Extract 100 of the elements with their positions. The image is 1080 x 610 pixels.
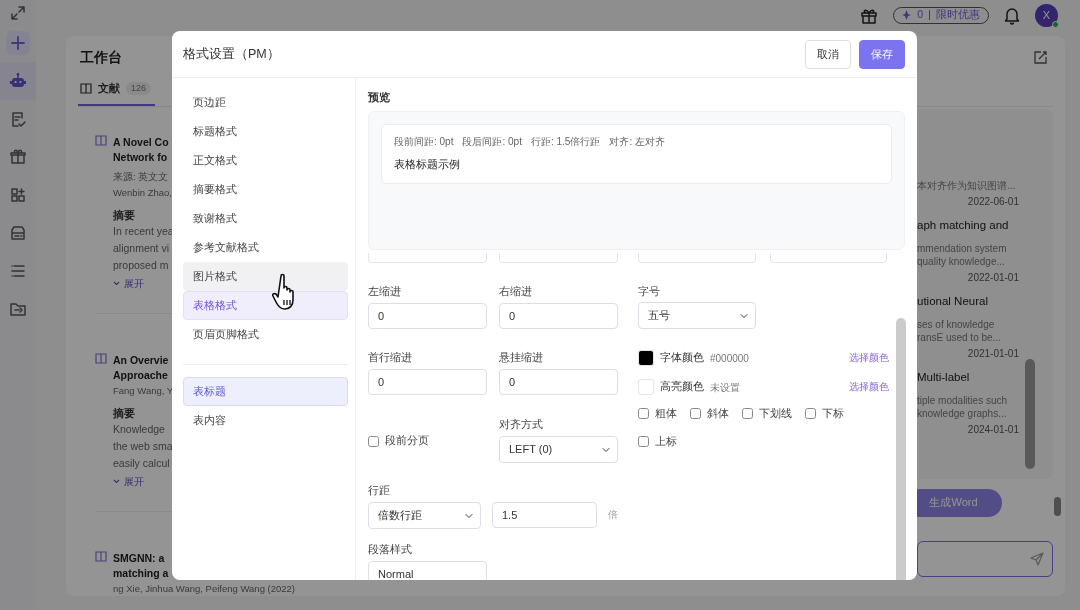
apps-icon[interactable] <box>9 186 27 204</box>
book-icon <box>95 551 107 562</box>
field-label: 悬挂缩进 <box>499 350 544 365</box>
send-icon[interactable] <box>1030 551 1044 566</box>
bell-icon[interactable] <box>1003 5 1021 25</box>
abstract-text: proposed m <box>113 257 170 273</box>
nav-item[interactable]: 摘要格式 <box>183 175 348 204</box>
checkbox[interactable] <box>742 408 753 420</box>
color-value: #000000 <box>710 351 749 366</box>
abstract-text: Knowledge <box>113 421 166 437</box>
abstract-heading: 摘要 <box>113 405 136 421</box>
checkbox[interactable] <box>638 436 649 448</box>
checkbox[interactable] <box>690 408 701 420</box>
folder-icon[interactable] <box>9 300 27 318</box>
checkbox-label: 下标 <box>822 406 844 421</box>
points-count: 0 <box>917 7 923 23</box>
expand-icon[interactable] <box>9 4 27 22</box>
nav-item[interactable]: 正文格式 <box>183 146 348 175</box>
nav-item[interactable]: 参考文献格式 <box>183 233 348 262</box>
color-swatch[interactable] <box>638 350 654 366</box>
input-field[interactable]: 1.5 <box>492 502 597 528</box>
input-field[interactable] <box>638 253 756 263</box>
input-field[interactable]: 0 <box>499 369 618 395</box>
sparkle-icon <box>902 10 912 20</box>
field-label: 首行缩进 <box>368 350 413 365</box>
preview-meta: 行距: 1.5倍行距 <box>530 135 601 149</box>
input-field[interactable]: 0 <box>368 303 487 329</box>
paper-title[interactable]: An Overvie <box>113 352 174 368</box>
toolbox-icon[interactable] <box>9 148 27 166</box>
inbox-icon[interactable] <box>9 224 27 242</box>
nav-item[interactable]: 表格格式 <box>183 291 348 320</box>
abstract-heading: 摘要 <box>113 207 136 223</box>
result-title[interactable]: Multi-label <box>917 368 1043 385</box>
expand-label: 展开 <box>124 276 144 291</box>
section-label: 预览 <box>368 90 391 105</box>
checkbox-label: 段前分页 <box>385 433 429 449</box>
checkbox-label: 下划线 <box>759 406 792 421</box>
preview-meta: 对齐: 左对齐 <box>609 135 665 149</box>
save-button[interactable]: 保存 <box>859 39 905 69</box>
dialog-title: 格式设置（PM） <box>183 45 280 63</box>
chevron-down-icon <box>113 479 120 485</box>
input-field[interactable] <box>499 253 618 263</box>
nav-item[interactable]: 致谢格式 <box>183 204 348 233</box>
tab-label: 文献 <box>98 81 120 96</box>
checkbox[interactable] <box>638 408 649 420</box>
checkbox-label: 粗体 <box>655 406 677 421</box>
chat-input[interactable] <box>917 540 1053 577</box>
expand-link[interactable]: 展开 <box>113 276 174 291</box>
chevron-down-icon <box>113 281 120 287</box>
result-title[interactable]: utional Neural <box>917 292 1043 309</box>
paper-title[interactable]: Network fo <box>113 149 174 165</box>
nav-item[interactable]: 图片格式 <box>183 262 348 291</box>
avatar[interactable]: X <box>1035 3 1058 27</box>
cancel-button[interactable]: 取消 <box>805 39 851 69</box>
scrollbar-thumb[interactable] <box>1025 358 1035 469</box>
edit-icon[interactable] <box>1034 51 1047 64</box>
scrollbar-thumb[interactable] <box>896 318 906 580</box>
choose-color-link[interactable]: 选择颜色 <box>849 350 889 366</box>
checkbox[interactable] <box>805 408 816 420</box>
nav-item[interactable]: 标题格式 <box>183 117 348 146</box>
list-icon[interactable] <box>9 262 27 280</box>
result-date: 2024-01-01 <box>966 422 1020 437</box>
line-spacing-select[interactable]: 倍数行距 <box>368 502 481 529</box>
result-snippet: ransE used to be... <box>917 330 1002 344</box>
nav-item[interactable]: 表内容 <box>183 406 348 435</box>
expand-label: 展开 <box>124 474 144 489</box>
result-date: 2021-01-01 <box>966 346 1020 361</box>
count-badge: 126 <box>126 81 152 95</box>
scrollbar-thumb[interactable] <box>1054 497 1061 516</box>
sidebar-item[interactable] <box>0 62 36 100</box>
book-icon <box>95 134 107 146</box>
field-label: 段落样式 <box>368 542 413 557</box>
font-size-select[interactable]: 五号 <box>638 302 756 329</box>
input-field[interactable] <box>368 253 487 263</box>
preview-sample: 表格标题示例 <box>394 157 461 172</box>
nav-item[interactable]: 页边距 <box>183 88 348 117</box>
checkbox[interactable] <box>368 435 379 447</box>
book-icon <box>95 352 107 364</box>
input-field[interactable]: 0 <box>499 303 618 329</box>
field-label: 字号 <box>638 284 661 299</box>
alignment-select[interactable]: LEFT (0) <box>499 436 618 463</box>
nav-item[interactable]: 页眉页脚格式 <box>183 320 348 349</box>
abstract-text: easily calcul <box>113 455 171 471</box>
nav-item[interactable]: 表标题 <box>183 377 348 406</box>
result-title[interactable]: aph matching and <box>917 216 1043 233</box>
input-field[interactable]: Normal <box>368 561 487 580</box>
paper-title[interactable]: Approache <box>113 367 174 383</box>
abstract-text: alignment vi <box>113 240 171 256</box>
document-check-icon[interactable] <box>9 110 27 128</box>
color-swatch[interactable] <box>638 379 654 395</box>
field-label: 右缩进 <box>499 284 533 299</box>
input-field[interactable] <box>770 253 887 263</box>
input-field[interactable]: 0 <box>368 369 487 395</box>
choose-color-link[interactable]: 选择颜色 <box>849 379 889 395</box>
expand-link[interactable]: 展开 <box>113 474 174 489</box>
paper-title[interactable]: A Novel Co <box>113 134 174 150</box>
field-label: 左缩进 <box>368 284 402 299</box>
unit-label: 倍 <box>608 508 618 523</box>
tab[interactable]: 文献 126 <box>78 80 156 106</box>
result-date: 2022-06-01 <box>966 194 1020 209</box>
